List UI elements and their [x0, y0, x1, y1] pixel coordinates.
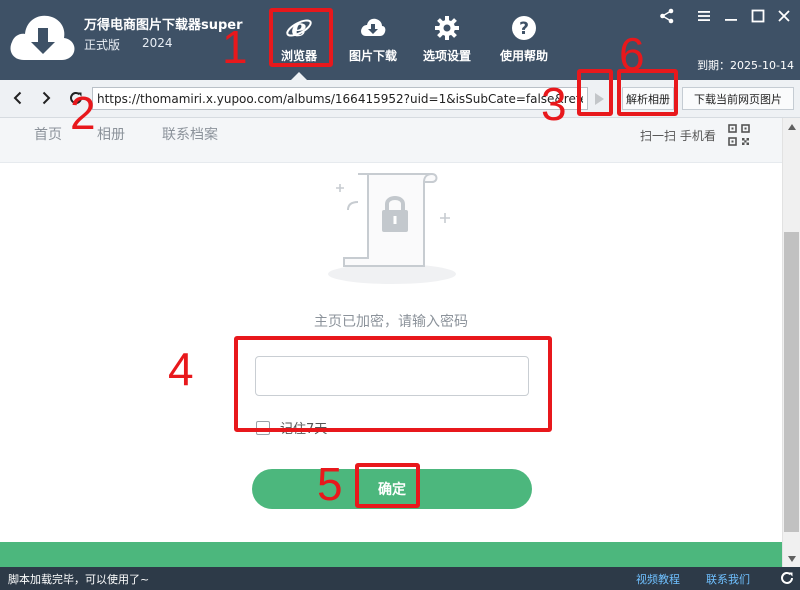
menu-icon: [698, 11, 710, 21]
close-button[interactable]: [774, 6, 794, 26]
password-prompt: 主页已加密，请输入密码: [314, 314, 468, 330]
annotation-number-5: 5: [317, 458, 343, 510]
gear-icon: [435, 16, 459, 40]
share-button[interactable]: [657, 6, 677, 26]
tab-help-label: 使用帮助: [499, 49, 548, 63]
help-icon: ?: [512, 16, 536, 40]
url-input[interactable]: [92, 87, 588, 110]
expiry-date: 到期：2025-10-14: [697, 59, 794, 72]
annotation-box-3: [577, 69, 613, 116]
video-tutorial-link[interactable]: 视频教程: [636, 571, 680, 587]
maximize-icon: [751, 9, 765, 23]
scroll-up-button[interactable]: [783, 118, 800, 135]
app-year: 2024: [142, 36, 173, 50]
site-nav: 首页 相册 联系档案 扫一扫 手机看: [0, 118, 782, 163]
annotation-box-1: [269, 8, 333, 67]
tab-options[interactable]: 选项设置: [411, 0, 483, 80]
maximize-button[interactable]: [748, 6, 768, 26]
browser-toolbar: 解析相册 下载当前网页图片: [0, 80, 800, 118]
share-icon: [660, 8, 674, 24]
minimize-icon: [725, 19, 737, 21]
qr-scan-text[interactable]: 扫一扫 手机看: [640, 127, 716, 144]
site-nav-home[interactable]: 首页: [34, 124, 62, 144]
qr-code-icon[interactable]: [728, 124, 750, 146]
site-nav-contact[interactable]: 联系档案: [162, 124, 218, 144]
annotation-number-3: 3: [541, 78, 567, 130]
caret-down-icon: [787, 555, 796, 562]
cloud-download-icon: [361, 18, 386, 36]
minimize-button[interactable]: [721, 6, 741, 26]
app-title: 万得电商图片下载器super: [84, 18, 243, 33]
footer-strip: [0, 542, 782, 567]
annotation-box-4: [234, 336, 552, 432]
annotation-number-1: 1: [222, 21, 248, 73]
annotation-box-5: [355, 463, 420, 508]
vertical-scrollbar[interactable]: [782, 118, 800, 567]
back-button[interactable]: [8, 88, 28, 108]
app-edition: 正式版: [84, 38, 121, 52]
status-message: 脚本加载完毕，可以使用了~: [8, 573, 150, 586]
scroll-thumb[interactable]: [784, 232, 799, 532]
svg-text:?: ?: [519, 19, 529, 39]
chevron-left-icon: [13, 91, 22, 105]
status-bar: 脚本加载完毕，可以使用了~ 视频教程 联系我们: [0, 567, 800, 590]
refresh-icon[interactable]: [779, 570, 795, 586]
locked-document-icon: [328, 173, 456, 284]
tab-help[interactable]: ? 使用帮助: [488, 0, 560, 80]
app-header: 万得电商图片下载器super 正式版 2024 e 浏览器 图片下载 选项设置 …: [0, 0, 800, 80]
cloud-download-logo-icon: [10, 15, 75, 61]
menu-button[interactable]: [694, 6, 714, 26]
tab-image-download[interactable]: 图片下载: [337, 0, 409, 80]
download-page-images-button[interactable]: 下载当前网页图片: [682, 87, 794, 110]
tab-options-label: 选项设置: [422, 49, 471, 63]
caret-up-icon: [787, 123, 796, 130]
annotation-number-4: 4: [168, 343, 194, 395]
close-icon: [778, 10, 790, 22]
scroll-down-button[interactable]: [783, 550, 800, 567]
tab-image-download-label: 图片下载: [348, 49, 397, 63]
annotation-number-6: 6: [619, 28, 645, 80]
forward-button[interactable]: [36, 88, 56, 108]
contact-us-link[interactable]: 联系我们: [706, 571, 750, 587]
site-nav-albums[interactable]: 相册: [97, 124, 125, 144]
annotation-number-2: 2: [70, 87, 96, 139]
chevron-right-icon: [42, 91, 51, 105]
